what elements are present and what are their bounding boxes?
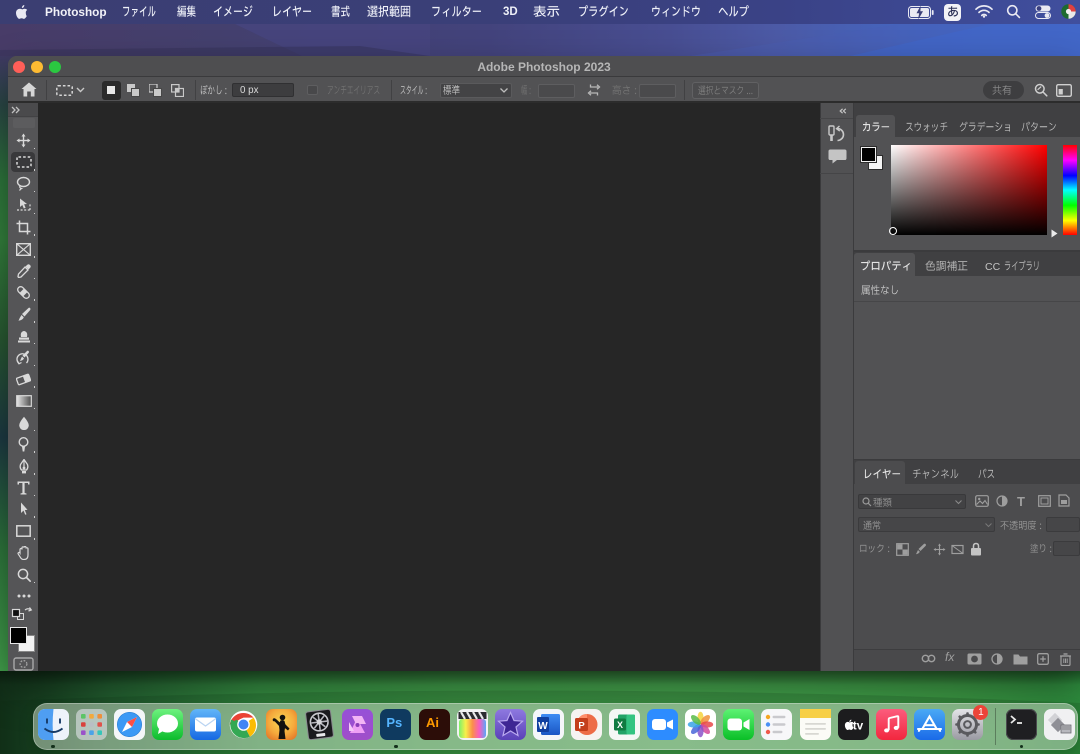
svg-text:W: W (538, 721, 548, 732)
svg-text:X: X (617, 720, 623, 730)
svg-text:P: P (578, 721, 585, 732)
svg-text:tv: tv (852, 721, 863, 733)
